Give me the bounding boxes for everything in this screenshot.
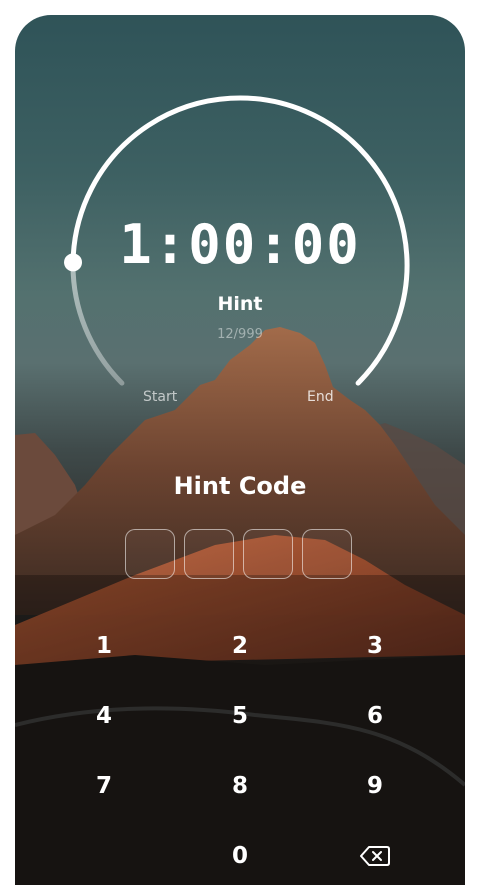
code-digit-2[interactable] xyxy=(184,529,234,579)
end-label: End xyxy=(307,389,334,405)
key-9[interactable]: 9 xyxy=(330,761,420,811)
timer-track-arc xyxy=(70,259,125,386)
timer-ring xyxy=(64,95,410,386)
code-digit-4[interactable] xyxy=(302,529,352,579)
backspace-icon xyxy=(360,846,390,866)
key-7[interactable]: 7 xyxy=(59,761,149,811)
code-digit-3[interactable] xyxy=(243,529,293,579)
backspace-button[interactable] xyxy=(359,843,391,869)
hint-counter: 12/999 xyxy=(217,327,263,342)
key-6[interactable]: 6 xyxy=(330,691,420,741)
key-2[interactable]: 2 xyxy=(195,621,285,671)
code-digit-1[interactable] xyxy=(125,529,175,579)
key-8[interactable]: 8 xyxy=(195,761,285,811)
hint-code-title: Hint Code xyxy=(173,472,307,500)
key-5[interactable]: 5 xyxy=(195,691,285,741)
key-1[interactable]: 1 xyxy=(59,621,149,671)
app-screen: 1:00:00 Hint 12/999 Start End Hint Code … xyxy=(15,15,465,885)
key-4[interactable]: 4 xyxy=(59,691,149,741)
key-0[interactable]: 0 xyxy=(195,831,285,881)
start-label: Start xyxy=(143,389,178,405)
key-3[interactable]: 3 xyxy=(330,621,420,671)
timer-display: 1:00:00 xyxy=(119,213,361,276)
hint-label: Hint xyxy=(217,293,263,315)
